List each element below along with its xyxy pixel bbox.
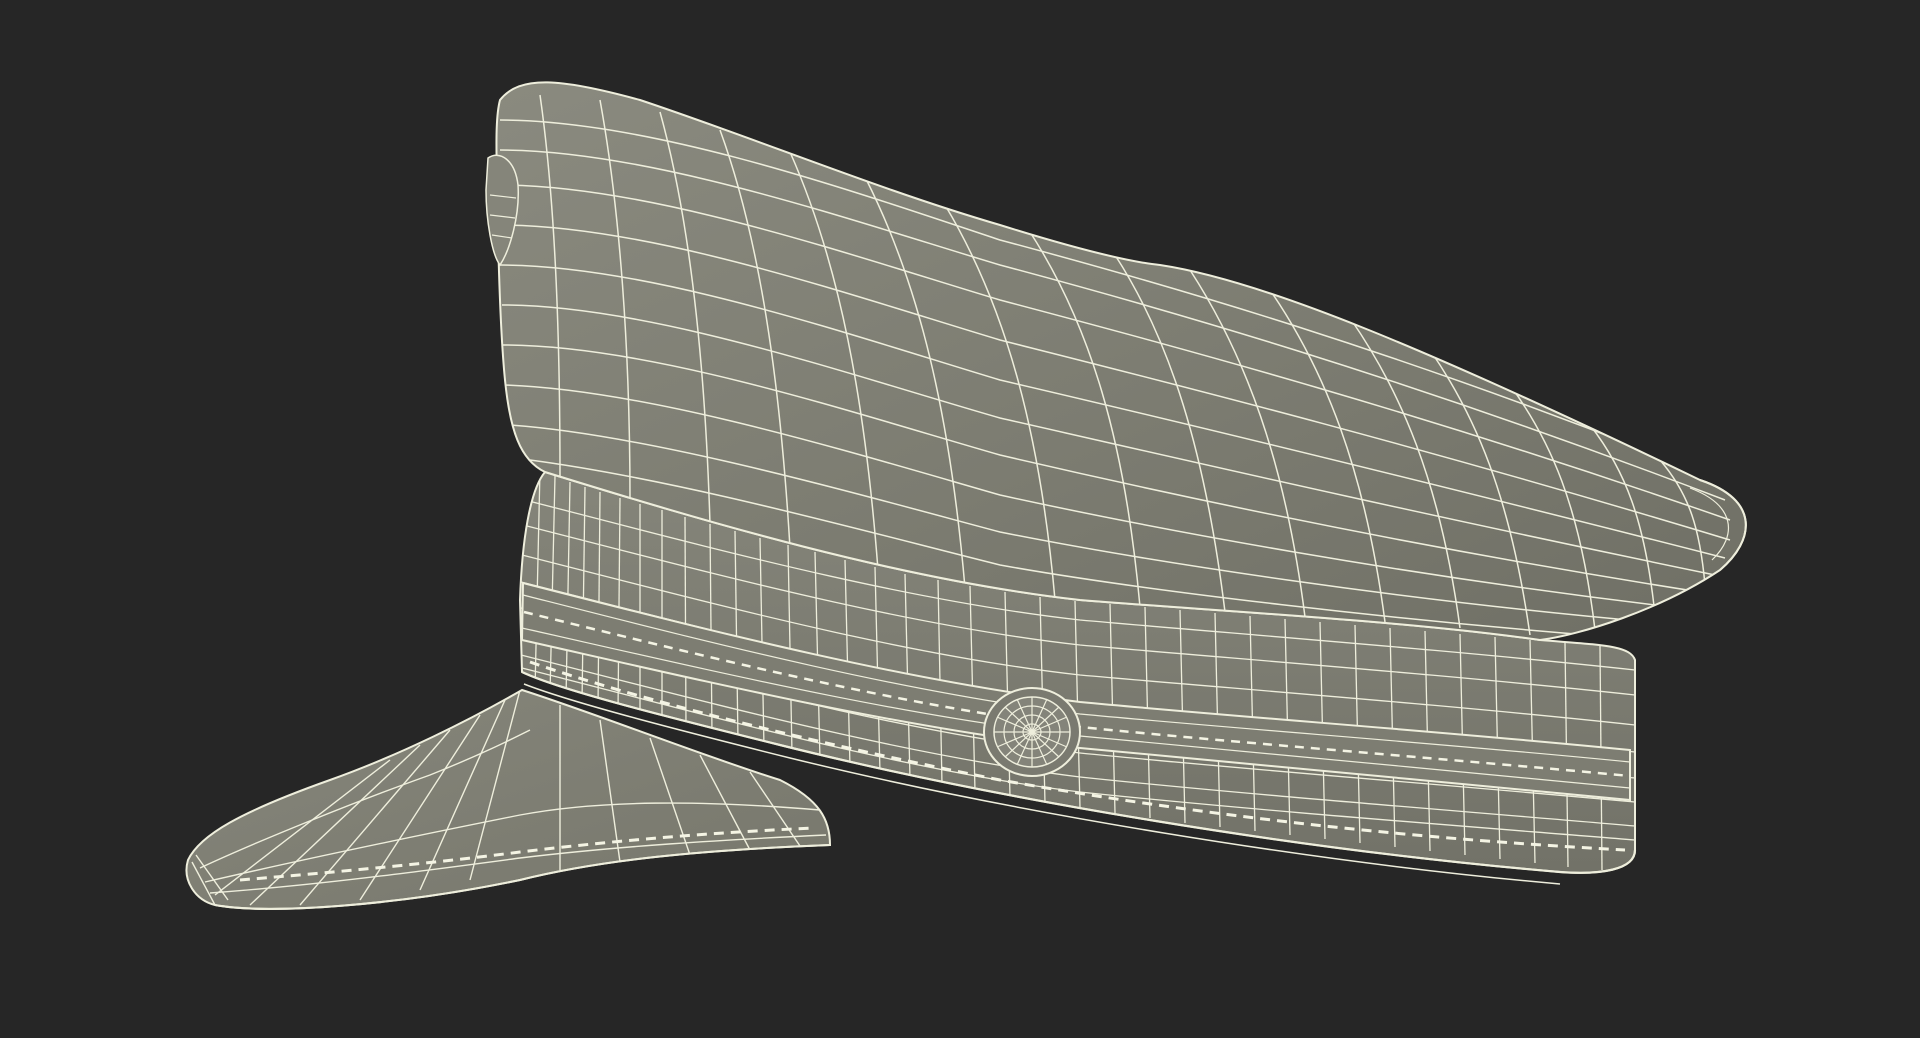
strap-button — [983, 687, 1081, 777]
viewport — [0, 0, 1920, 1038]
peaked-cap-wireframe-icon — [185, 81, 1747, 910]
